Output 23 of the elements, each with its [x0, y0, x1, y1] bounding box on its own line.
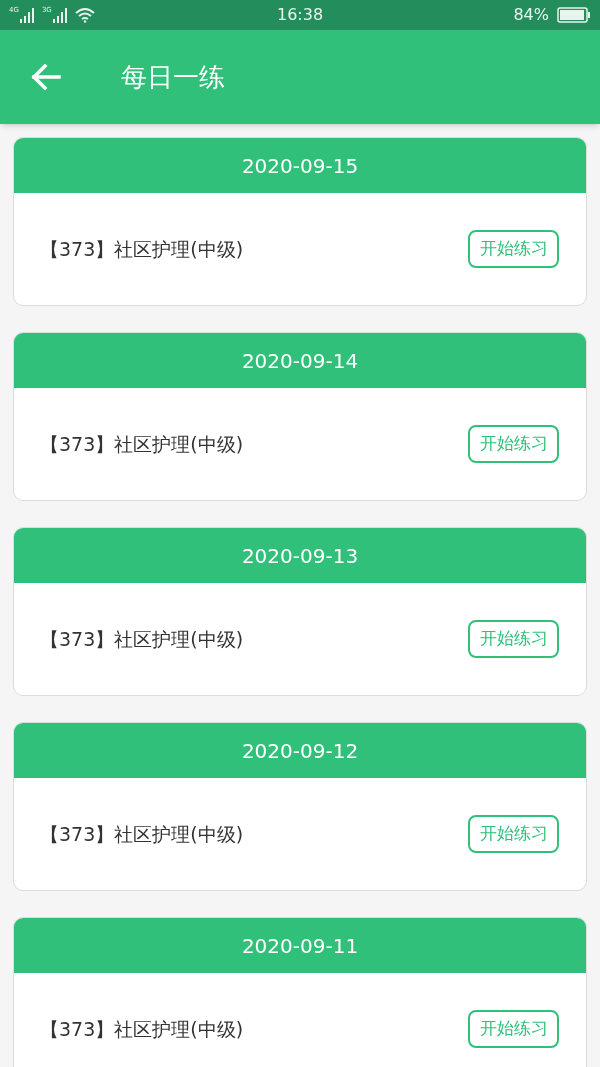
subject-name: 【373】社区护理(中级)	[40, 626, 244, 652]
start-practice-button[interactable]: 开始练习	[468, 815, 559, 853]
start-practice-button[interactable]: 开始练习	[468, 425, 559, 463]
battery-icon	[557, 7, 591, 23]
subject-name: 【373】社区护理(中级)	[40, 431, 244, 457]
battery-percent: 84%	[513, 4, 549, 26]
card-date: 2020-09-14	[241, 347, 359, 375]
subject-name: 【373】社区护理(中级)	[40, 1016, 244, 1042]
card-date: 2020-09-15	[241, 152, 359, 180]
card-date: 2020-09-11	[241, 932, 359, 960]
subject-name: 【373】社区护理(中级)	[40, 821, 244, 847]
start-practice-button[interactable]: 开始练习	[468, 1010, 559, 1048]
clock-time: 16:38	[276, 4, 324, 26]
signal-icon	[19, 7, 36, 23]
start-practice-button[interactable]: 开始练习	[468, 230, 559, 268]
signal-icon	[52, 7, 69, 23]
subject-name: 【373】社区护理(中级)	[40, 236, 244, 262]
card-date: 2020-09-12	[241, 737, 359, 765]
page-title: 每日一练	[121, 60, 225, 94]
card-date: 2020-09-13	[241, 542, 359, 570]
wifi-icon	[74, 7, 95, 23]
start-practice-button[interactable]: 开始练习	[468, 620, 559, 658]
back-icon	[31, 64, 61, 90]
